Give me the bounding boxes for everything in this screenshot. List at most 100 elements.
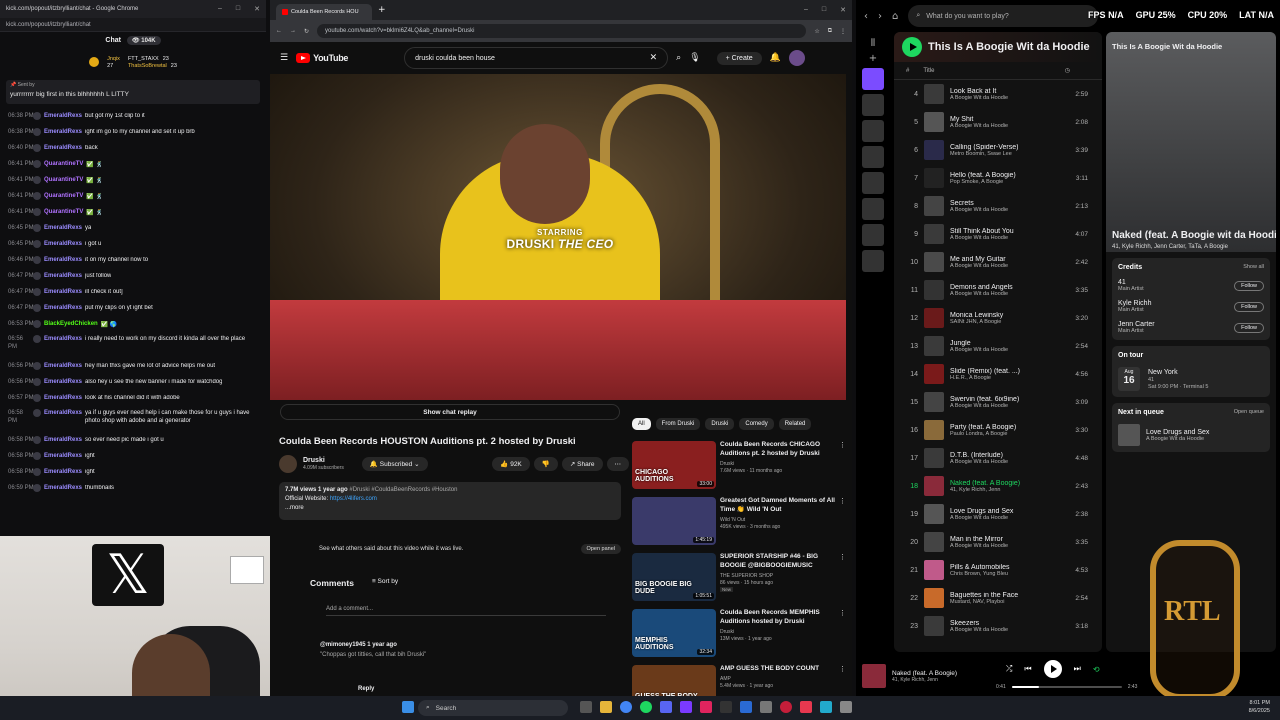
progress-track[interactable] [1011,686,1122,688]
now-playing-artists[interactable]: 41, Kyle Richh, Jenn Carter, TaTa, A Boo… [1112,244,1228,250]
video-menu-icon[interactable]: ⋮ [839,665,846,696]
track-artist[interactable]: 41, Kyle Richh, Jenn [950,487,1022,493]
credit-name[interactable]: Kyle Richh [1118,300,1151,307]
user-avatar[interactable] [33,240,41,248]
message-username[interactable]: EmeraldRexs [44,485,82,491]
sort-by-button[interactable]: ≡ Sort by [372,578,398,588]
track-row[interactable]: 23 Skeezers A Boogie Wit da Hoodie 3:18 [900,612,1096,640]
chat-message[interactable]: 06:41 PM QuarantineTV ✅ 🕺 [8,156,258,172]
track-artist[interactable]: A Boogie Wit da Hoodie [950,627,1022,633]
library-item[interactable] [862,224,884,246]
track-title[interactable]: D.T.B. (Interlude) [950,452,1022,459]
spotify-search-input[interactable]: ⌕ What do you want to play? [908,5,1099,27]
message-username[interactable]: EmeraldRexs [44,363,82,369]
track-title[interactable]: Party (feat. A Boogie) [950,424,1022,431]
system-tray-clock[interactable]: 8:01 PM 8/6/2025 [1249,699,1270,716]
track-row[interactable]: 20 Man in the Mirror A Boogie Wit da Hoodi… [900,528,1096,556]
extensions-icon[interactable]: ⧉ [828,28,832,35]
filter-chip[interactable]: Related [778,418,812,430]
app-icon[interactable] [840,701,852,713]
track-artist[interactable]: A Boogie Wit da Hoodie [950,515,1022,521]
show-more-link[interactable]: ...more [285,504,615,513]
track-row[interactable]: 10 Me and My Guitar A Boogie Wit da Hoodie… [900,248,1096,276]
chrome-icon[interactable] [620,701,632,713]
app-icon[interactable] [760,701,772,713]
show-all-credits[interactable]: Show all [1243,264,1264,271]
video-thumbnail[interactable]: BIG BOOGIE BIG DUDE 1:05:51 [632,553,716,601]
credit-name[interactable]: 41 [1118,279,1144,286]
credit-name[interactable]: Jenn Carter [1118,321,1155,328]
chat-message[interactable]: 06:56 PM EmeraldRexs also hey u see the ne… [8,374,258,390]
message-username[interactable]: QuarantineTV [44,161,83,167]
track-artist[interactable]: A Boogie Wit da Hoodie [950,291,1022,297]
user-avatar[interactable] [33,192,41,200]
back-icon[interactable]: ‹ [864,11,868,22]
user-avatar[interactable] [33,272,41,280]
chat-message[interactable]: 06:59 PM EmeraldRexs thumbnails [8,480,258,496]
message-username[interactable]: EmeraldRexs [44,113,82,119]
chat-message[interactable]: 06:41 PM QuarantineTV ✅ 🕺 [8,172,258,188]
library-item[interactable] [862,250,884,272]
chat-message[interactable]: 06:40 PM EmeraldRexs back [8,140,258,156]
filter-chip[interactable]: Comedy [739,418,774,430]
app-icon[interactable] [820,701,832,713]
comment-author[interactable]: @mimoney1945 1 year ago [320,640,620,650]
track-title[interactable]: Man in the Mirror [950,536,1022,543]
message-username[interactable]: EmeraldRexs [44,395,82,401]
track-title[interactable]: Jungle [950,340,1022,347]
app-icon[interactable] [780,701,792,713]
spotify-taskbar-icon[interactable] [640,701,652,713]
message-username[interactable]: EmeraldRexs [44,437,82,443]
column-title[interactable]: Title [923,68,934,74]
gift-leaderboard[interactable]: Jnqix 27 FTT_STAXX 23 ThatsSoBrewtal 23 [0,48,266,76]
library-item[interactable] [862,94,884,116]
user-avatar[interactable] [33,378,41,386]
chat-message[interactable]: 06:56 PM EmeraldRexs hey man thxs gave me … [8,358,258,374]
track-artist[interactable]: A Boogie Wit da Hoodie [950,403,1022,409]
hamburger-menu-icon[interactable]: ☰ [280,53,288,63]
track-row[interactable]: 18 Naked (feat. A Boogie) 41, Kyle Richh, … [900,472,1096,500]
user-avatar[interactable] [33,128,41,136]
window-controls[interactable]: – □ ✕ [804,6,846,14]
chat-message[interactable]: 06:58 PM EmeraldRexs ight [8,464,258,480]
bar-track-title[interactable]: Naked (feat. A Boogie) [892,670,957,677]
message-username[interactable]: EmeraldRexs [44,289,82,295]
track-row[interactable]: 21 Pills & Automobiles Chris Brown, Yung B… [900,556,1096,584]
app-icon[interactable] [740,701,752,713]
chat-message[interactable]: 06:46 PM EmeraldRexs it on my channel now … [8,252,258,268]
track-title[interactable]: Me and My Guitar [950,256,1022,263]
user-avatar[interactable] [33,256,41,264]
website-link[interactable]: https://4lifers.com [330,496,377,502]
rec-title[interactable]: SUPERIOR STARSHIP #46 - BIG BOOGIE @BIGB… [720,553,835,571]
message-username[interactable]: EmeraldRexs [44,273,82,279]
account-avatar[interactable] [788,50,805,66]
youtube-tab[interactable]: Coulda Been Records HOU [276,4,372,20]
chat-message[interactable]: 06:38 PM EmeraldRexs ight im go to my chan… [8,124,258,140]
video-thumbnail[interactable]: CHICAGO AUDITIONS 33:00 [632,441,716,489]
play-pause-button[interactable] [1043,660,1062,678]
recommended-video[interactable]: CHICAGO AUDITIONS 33:00 Coulda Been Recor… [632,441,846,495]
library-item[interactable] [862,146,884,168]
recommended-video[interactable]: BIG BOOGIE BIG DUDE 1:05:51 SUPERIOR STAR… [632,553,846,607]
obs-icon[interactable] [680,701,692,713]
chat-message[interactable]: 06:41 PM QuarantineTV ✅ 🕺 [8,188,258,204]
shuffle-icon[interactable]: ⤮ [1006,664,1012,674]
user-avatar[interactable] [33,304,41,312]
file-explorer-icon[interactable] [600,701,612,713]
chat-message[interactable]: 06:41 PM QuarantineTV ✅ 🕺 [8,204,258,220]
message-username[interactable]: EmeraldRexs [44,257,82,263]
user-avatar[interactable] [33,320,41,328]
play-icon[interactable] [902,37,922,57]
track-artist[interactable]: A Boogie Wit da Hoodie [950,543,1022,549]
track-row[interactable]: 22 Baguettes in the Face Mustard, NAV, Pla… [900,584,1096,612]
user-avatar[interactable] [33,208,41,216]
user-avatar[interactable] [33,176,41,184]
message-username[interactable]: QuarantineTV [44,209,83,215]
follow-button[interactable]: Follow [1234,280,1264,291]
track-title[interactable]: Naked (feat. A Boogie) [950,480,1022,487]
home-icon[interactable]: ⌂ [892,11,898,22]
kick-address-bar[interactable]: kick.com/popout/itzbrylliant/chat [0,18,266,32]
address-bar[interactable]: youtube.com/watch?v=bklmi6Z4LQ&ab_channe… [317,24,807,38]
forward-icon[interactable]: › [878,11,882,22]
back-icon[interactable]: ← [276,28,282,34]
